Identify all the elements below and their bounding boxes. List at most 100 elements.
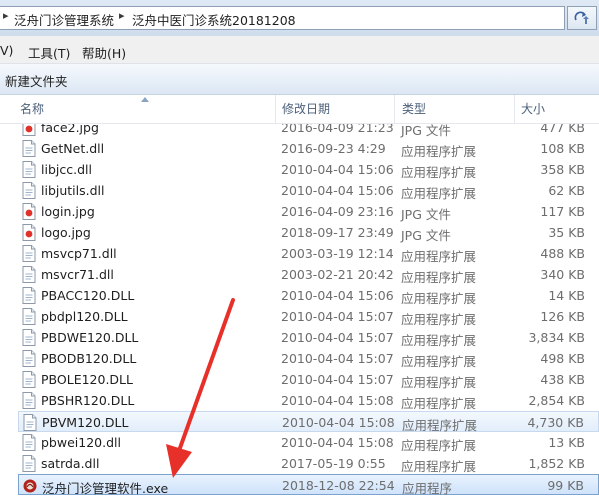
dll-icon — [22, 392, 36, 409]
image-icon — [22, 203, 36, 220]
file-type: 应用程序 — [402, 481, 453, 496]
file-list: 名称 修改日期 类型 大小 face2.jpg 2016-04-09 21:23 J… — [0, 95, 599, 496]
file-row[interactable]: 泛舟门诊管理软件.exe 2018-12-08 22:54 应用程序 99 KB — [18, 474, 599, 496]
dll-icon — [22, 266, 36, 283]
file-name: msvcp71.dll — [41, 246, 117, 261]
command-bar: 新建文件夹 — [0, 64, 599, 95]
file-row[interactable]: msvcp71.dll 2003-03-19 12:14 应用程序扩展 488 KB — [18, 243, 599, 264]
file-type: 应用程序扩展 — [401, 438, 477, 453]
file-size: 35 KB — [548, 225, 585, 240]
file-name: PBVM120.DLL — [42, 415, 129, 430]
chevron-right-icon[interactable]: ▸ — [119, 9, 125, 22]
file-name: msvcr71.dll — [41, 267, 114, 282]
file-date: 2010-04-04 15:07 — [281, 330, 394, 345]
column-header: 名称 修改日期 类型 大小 — [0, 95, 599, 124]
refresh-icon — [574, 11, 589, 24]
breadcrumb-item-folder[interactable]: 泛舟中医门诊系统20181208 — [132, 10, 296, 29]
file-type: 应用程序扩展 — [401, 459, 477, 474]
file-date: 2010-04-04 15:07 — [281, 372, 394, 387]
file-name: GetNet.dll — [41, 141, 105, 156]
refresh-button[interactable] — [567, 6, 597, 30]
file-name: libjutils.dll — [41, 183, 105, 198]
file-row[interactable]: PBACC120.DLL 2010-04-04 15:06 应用程序扩展 14 KB — [18, 285, 599, 306]
file-row[interactable]: PBSHR120.DLL 2010-04-04 15:08 应用程序扩展 2,854 … — [18, 390, 599, 411]
chevron-right-icon[interactable]: ▸ — [3, 9, 9, 22]
breadcrumb-item-system[interactable]: 泛舟门诊管理系统 — [14, 10, 114, 29]
file-row[interactable]: satrda.dll 2017-05-19 0:55 应用程序扩展 1,852 KB — [18, 453, 599, 474]
file-type: 应用程序扩展 — [401, 186, 477, 201]
file-date: 2010-04-04 15:08 — [282, 415, 395, 430]
menu-view[interactable]: V) — [0, 43, 13, 58]
column-date[interactable]: 修改日期 — [282, 100, 330, 117]
file-type: 应用程序扩展 — [401, 144, 477, 159]
file-type: 应用程序扩展 — [401, 333, 477, 348]
file-row[interactable]: libjcc.dll 2010-04-04 15:06 应用程序扩展 358 KB — [18, 159, 599, 180]
file-type: 应用程序扩展 — [401, 375, 477, 390]
file-row[interactable]: msvcr71.dll 2003-02-21 20:42 应用程序扩展 340 KB — [18, 264, 599, 285]
column-type[interactable]: 类型 — [402, 100, 426, 117]
column-divider[interactable] — [394, 95, 395, 123]
file-row[interactable]: pbdpl120.DLL 2010-04-04 15:07 应用程序扩展 126 KB — [18, 306, 599, 327]
file-size: 4,730 KB — [527, 415, 584, 430]
dll-icon — [22, 371, 36, 388]
file-row[interactable]: PBDWE120.DLL 2010-04-04 15:07 应用程序扩展 3,834 … — [18, 327, 599, 348]
column-divider[interactable] — [275, 95, 276, 123]
column-divider[interactable] — [514, 95, 515, 123]
dll-icon — [22, 245, 36, 262]
file-type: 应用程序扩展 — [401, 354, 477, 369]
file-row[interactable]: PBODB120.DLL 2010-04-04 15:07 应用程序扩展 498 KB — [18, 348, 599, 369]
file-date: 2017-05-19 0:55 — [281, 456, 386, 471]
file-date: 2003-03-19 12:14 — [281, 246, 394, 261]
file-name: pbdpl120.DLL — [41, 309, 128, 324]
file-name: 泛舟门诊管理软件.exe — [42, 481, 169, 496]
file-size: 14 KB — [548, 288, 585, 303]
column-name[interactable]: 名称 — [20, 100, 44, 117]
file-type: JPG 文件 — [401, 207, 451, 222]
file-date: 2010-04-04 15:08 — [281, 393, 394, 408]
file-size: 126 KB — [540, 309, 585, 324]
file-date: 2010-04-04 15:06 — [281, 288, 394, 303]
file-type: 应用程序扩展 — [401, 312, 477, 327]
file-date: 2010-04-04 15:07 — [281, 351, 394, 366]
file-row[interactable]: login.jpg 2016-04-09 23:16 JPG 文件 117 KB — [18, 201, 599, 222]
file-name: PBOLE120.DLL — [41, 372, 133, 387]
file-type: 应用程序扩展 — [401, 270, 477, 285]
file-size: 498 KB — [540, 351, 585, 366]
dll-icon — [22, 287, 36, 304]
file-row[interactable]: libjutils.dll 2010-04-04 15:06 应用程序扩展 62 KB — [18, 180, 599, 201]
file-type: 应用程序扩展 — [401, 249, 477, 264]
file-type: 应用程序扩展 — [401, 396, 477, 411]
dll-icon — [22, 350, 36, 367]
file-row[interactable]: PBVM120.DLL 2010-04-04 15:08 应用程序扩展 4,730 K… — [18, 411, 599, 433]
file-name: logo.jpg — [41, 225, 91, 240]
dll-icon — [22, 434, 36, 451]
file-name: satrda.dll — [41, 456, 100, 471]
breadcrumb[interactable]: ▸ 泛舟门诊管理系统 ▸ 泛舟中医门诊系统20181208 — [0, 6, 565, 30]
file-date: 2018-12-08 22:54 — [282, 478, 395, 493]
file-date: 2016-04-09 23:16 — [281, 204, 394, 219]
file-size: 99 KB — [547, 478, 584, 493]
file-row[interactable]: pbwei120.dll 2010-04-04 15:08 应用程序扩展 13 KB — [18, 432, 599, 453]
new-folder-button[interactable]: 新建文件夹 — [5, 71, 68, 90]
file-row[interactable]: logo.jpg 2018-09-17 23:49 JPG 文件 35 KB — [18, 222, 599, 243]
dll-icon — [23, 414, 37, 431]
menu-bar: V) 工具(T) 帮助(H) — [0, 36, 599, 64]
file-row[interactable]: PBOLE120.DLL 2010-04-04 15:07 应用程序扩展 438 KB — [18, 369, 599, 390]
file-name: PBODB120.DLL — [41, 351, 137, 366]
sort-ascending-icon — [141, 97, 149, 102]
dll-icon — [22, 329, 36, 346]
menu-tools[interactable]: 工具(T) — [28, 43, 70, 62]
dll-icon — [22, 455, 36, 472]
column-size[interactable]: 大小 — [521, 100, 545, 117]
file-size: 117 KB — [540, 204, 585, 219]
file-name: PBSHR120.DLL — [41, 393, 135, 408]
menu-help[interactable]: 帮助(H) — [82, 43, 126, 62]
file-row[interactable]: GetNet.dll 2016-09-23 4:29 应用程序扩展 108 KB — [18, 138, 599, 159]
file-size: 1,852 KB — [528, 456, 585, 471]
file-date: 2016-09-23 4:29 — [281, 141, 386, 156]
file-name: PBDWE120.DLL — [41, 330, 139, 345]
dll-icon — [22, 140, 36, 157]
file-name: libjcc.dll — [41, 162, 92, 177]
file-date: 2018-09-17 23:49 — [281, 225, 394, 240]
file-size: 358 KB — [540, 162, 585, 177]
